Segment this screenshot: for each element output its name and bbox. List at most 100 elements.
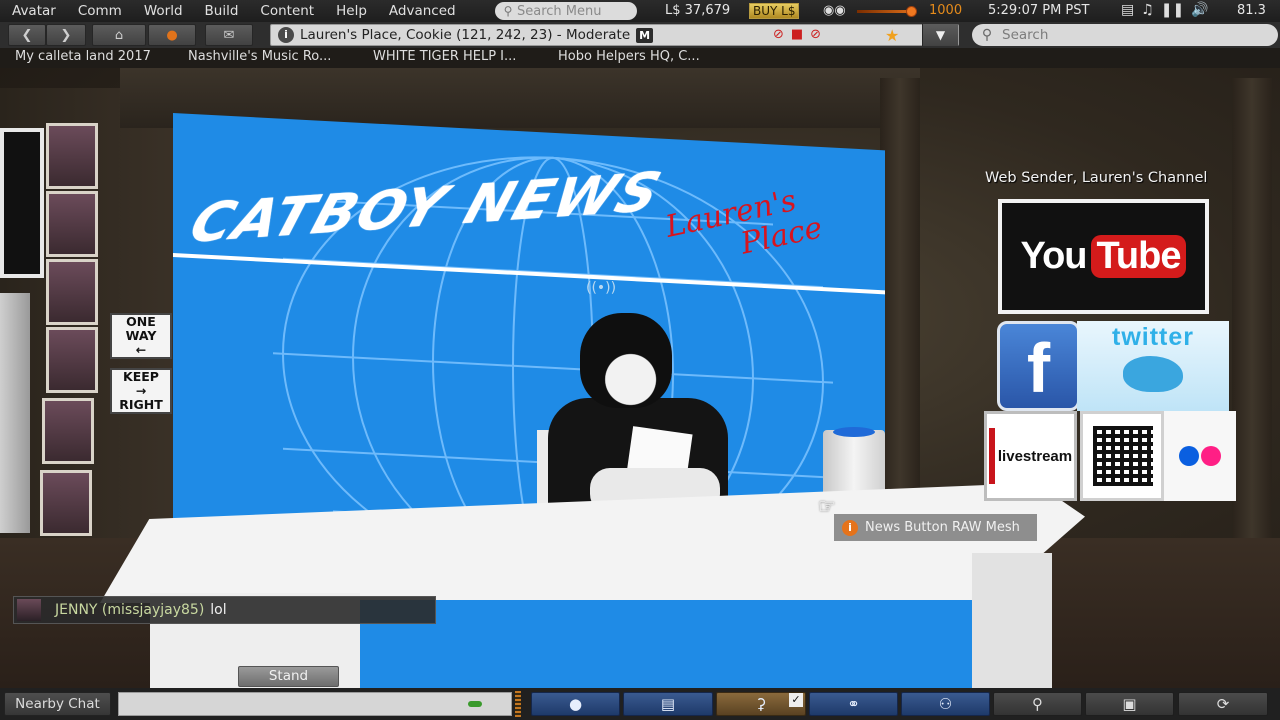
move-button[interactable]: ⟳ xyxy=(1178,692,1268,716)
menu-advanced[interactable]: Advanced xyxy=(378,3,467,19)
chevron-right-icon: ❯ xyxy=(60,27,72,43)
web-sender-label: Web Sender, Lauren's Channel xyxy=(985,170,1208,186)
picture-frame[interactable] xyxy=(46,191,98,257)
picture-frame[interactable] xyxy=(46,327,98,393)
menu-comm[interactable]: Comm xyxy=(67,3,133,19)
hover-tooltip: i News Button RAW Mesh xyxy=(834,514,1037,541)
binoculars-icon[interactable]: ◉◉ xyxy=(823,3,846,18)
avatar-head[interactable] xyxy=(580,313,672,408)
avatar xyxy=(17,599,41,621)
twitter-board[interactable]: twitter xyxy=(1077,321,1229,411)
facebook-icon: f xyxy=(1026,329,1051,407)
clock: 5:29:07 PM PST xyxy=(988,3,1090,18)
flickr-board[interactable] xyxy=(1164,411,1236,501)
sign-text: ONE xyxy=(126,314,156,329)
chat-bubble-icon: ● xyxy=(568,695,583,713)
top-menu-bar: Avatar Comm World Build Content Help Adv… xyxy=(0,0,1280,22)
sign-text: RIGHT xyxy=(119,397,163,412)
home-icon: ⌂ xyxy=(114,27,124,43)
chat-toast[interactable]: JENNY (missjayjay85) lol xyxy=(13,596,436,624)
one-way-sign[interactable]: ONE WAY ← xyxy=(110,313,172,359)
home-button[interactable]: ⌂ xyxy=(92,24,146,46)
people-icon: ⚇ xyxy=(938,695,953,713)
location-text: Lauren's Place, Cookie (121, 242, 23) - … xyxy=(300,27,631,43)
favorite-star-icon[interactable]: ★ xyxy=(885,26,899,45)
favorites-bar: My calleta land 2017 Nashville's Music R… xyxy=(0,48,1280,68)
search-field[interactable]: ⚲ Search xyxy=(972,24,1278,46)
volume-icon[interactable]: 🔊 xyxy=(1191,2,1208,18)
youtube-you: You xyxy=(1020,235,1088,277)
monitor-icon[interactable]: ▤ xyxy=(1121,2,1134,18)
dark-screen-panel[interactable] xyxy=(0,128,44,278)
pause-icon[interactable]: ❚❚ xyxy=(1161,2,1184,18)
picture-frame[interactable] xyxy=(46,259,98,325)
picture-frame[interactable] xyxy=(40,470,92,536)
resize-grip[interactable] xyxy=(515,691,521,717)
checkbox-icon[interactable]: ✓ xyxy=(789,693,803,707)
menu-search-input[interactable]: ⚲ Search Menu xyxy=(495,2,637,20)
slider-knob[interactable] xyxy=(906,6,917,17)
twitter-word: twitter xyxy=(1112,323,1194,351)
menu-world[interactable]: World xyxy=(133,3,194,19)
snapshot-button[interactable]: ▣ xyxy=(1085,692,1174,716)
place-info-button[interactable]: ● xyxy=(148,24,196,46)
forward-button[interactable]: ❯ xyxy=(46,24,86,46)
picture-frame[interactable] xyxy=(46,123,98,189)
stand-button[interactable]: Stand xyxy=(238,666,339,687)
location-info-icon[interactable]: i xyxy=(278,27,294,43)
search-placeholder: Search xyxy=(1002,27,1049,43)
search-icon: ⚲ xyxy=(981,27,993,43)
music-icon[interactable]: ♫ xyxy=(1141,2,1154,18)
back-button[interactable]: ❮ xyxy=(8,24,46,46)
sign-text: KEEP xyxy=(123,369,159,384)
facebook-board[interactable]: f xyxy=(997,321,1080,411)
picture-frame[interactable] xyxy=(42,398,94,464)
headset-button[interactable]: ⚭ xyxy=(809,692,898,716)
draw-distance-value: 1000 xyxy=(929,3,963,18)
speak-bubble-button[interactable]: ● xyxy=(531,692,620,716)
hover-tooltip-text: News Button RAW Mesh xyxy=(865,520,1020,535)
search-button[interactable]: ⚲ xyxy=(993,692,1082,716)
world-viewport[interactable]: ONE WAY ← KEEP → RIGHT CATBOY NEWS Laure… xyxy=(0,68,1280,688)
desk-top xyxy=(100,483,1085,603)
livestream-bar xyxy=(988,428,995,484)
landmark-icon: ✉ xyxy=(223,27,235,43)
youtube-board[interactable]: You Tube xyxy=(998,199,1209,314)
desk-right-panel xyxy=(972,553,1052,688)
draw-distance-slider[interactable] xyxy=(857,6,917,17)
qr-code-board[interactable] xyxy=(1080,411,1164,501)
chat-sender[interactable]: JENNY (missjayjay85) xyxy=(55,602,204,618)
menu-content[interactable]: Content xyxy=(249,3,325,19)
voice-button[interactable]: ⚳ ✓ xyxy=(716,692,806,716)
favorite-link[interactable]: My calleta land 2017 xyxy=(15,49,151,64)
navigation-bar: ❮ ❯ ⌂ ● ✉ i Lauren's Place, Cookie (121,… xyxy=(0,22,1280,48)
linden-balance[interactable]: L$ 37,679 xyxy=(665,3,730,18)
nearby-chat-button[interactable]: Nearby Chat xyxy=(4,692,111,716)
keep-right-sign[interactable]: KEEP → RIGHT xyxy=(110,368,172,414)
button-cap xyxy=(833,427,875,437)
menu-build[interactable]: Build xyxy=(194,3,250,19)
menu-search-placeholder: Search Menu xyxy=(517,3,602,19)
sign-text: WAY xyxy=(125,328,157,343)
favorite-link[interactable]: WHITE TIGER HELP I... xyxy=(373,49,516,64)
livestream-board[interactable]: livestream xyxy=(984,411,1077,501)
favorite-link[interactable]: Nashville's Music Ro... xyxy=(188,49,331,64)
buy-currency-button[interactable]: BUY L$ xyxy=(749,3,800,19)
headset-icon: ⚭ xyxy=(847,695,860,713)
landmark-button[interactable]: ✉ xyxy=(205,24,253,46)
bottom-toolbar: Nearby Chat ● ▤ ⚳ ✓ ⚭ ⚇ ⚲ ▣ ⟳ xyxy=(0,688,1280,720)
people-button[interactable]: ⚇ xyxy=(901,692,990,716)
location-bar[interactable]: i Lauren's Place, Cookie (121, 242, 23) … xyxy=(270,24,959,46)
chevron-down-icon[interactable]: ▼ xyxy=(922,24,958,46)
microphone-icon: ⚳ xyxy=(755,695,767,713)
arrow-left-icon: ← xyxy=(135,342,147,357)
menu-help[interactable]: Help xyxy=(325,3,378,19)
chat-input[interactable] xyxy=(118,692,512,716)
chevron-left-icon: ❮ xyxy=(21,27,33,43)
move-icon: ⟳ xyxy=(1216,695,1230,713)
menu-avatar[interactable]: Avatar xyxy=(0,3,67,19)
favorite-link[interactable]: Hobo Helpers HQ, C... xyxy=(558,49,700,64)
search-icon: ⚲ xyxy=(503,4,513,18)
news-desk[interactable] xyxy=(100,483,1085,688)
inventory-button[interactable]: ▤ xyxy=(623,692,713,716)
